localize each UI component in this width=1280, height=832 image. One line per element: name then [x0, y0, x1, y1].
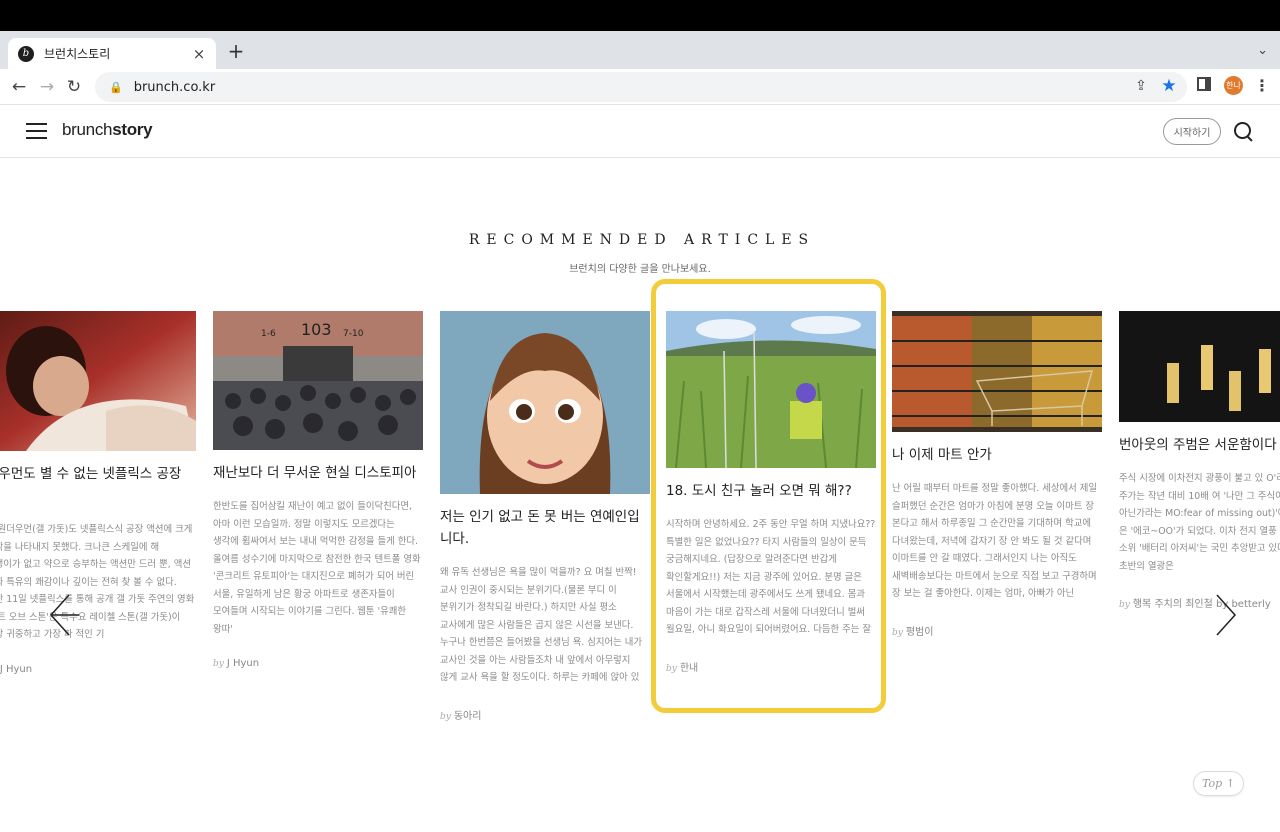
- article-author[interactable]: by 동아리: [440, 707, 650, 722]
- article-title[interactable]: 더우먼도 별 수 없는 넷플릭스 공장 션: [0, 463, 196, 507]
- logo-brunch: brunch: [62, 120, 113, 139]
- article-author[interactable]: byJ Hyun: [213, 658, 423, 669]
- article-title[interactable]: 나 이제 마트 안가: [892, 444, 1102, 466]
- article-excerpt[interactable]: 난 어릴 때부터 마트를 정말 좋아했다. 세상에서 제일 슬퍼했던 순간은 엄…: [892, 480, 1102, 603]
- section-title: RECOMMENDED ARTICLES: [468, 232, 816, 248]
- svg-text:7-10: 7-10: [343, 329, 364, 339]
- lock-icon: 🔒: [109, 80, 123, 94]
- svg-text:103: 103: [301, 320, 332, 339]
- svg-text:1-6: 1-6: [261, 329, 276, 339]
- highlight-annotation: [651, 279, 886, 713]
- side-panel-icon[interactable]: [1197, 77, 1211, 91]
- article-thumbnail[interactable]: [0, 311, 196, 451]
- brunch-story-logo[interactable]: brunchstory: [62, 120, 153, 140]
- scroll-top-button[interactable]: Top ↑: [1193, 771, 1244, 796]
- logo-story: story: [112, 120, 153, 139]
- bookmark-star-icon[interactable]: ★: [1159, 76, 1179, 96]
- section-subtitle: 브런치의 다양한 글을 만나보세요.: [569, 264, 711, 275]
- tab-search-chevron-icon[interactable]: ⌄: [1257, 43, 1268, 58]
- article-thumbnail[interactable]: 103 1-6 7-10: [213, 311, 423, 450]
- url-text[interactable]: brunch.co.kr: [134, 80, 215, 95]
- new-tab-button[interactable]: +: [225, 41, 247, 63]
- author-name: J Hyun: [226, 658, 260, 669]
- tab-strip: b 브런치스토리 × + ⌄: [0, 31, 1280, 69]
- article-title[interactable]: 재난보다 더 무서운 현실 디스토피아: [213, 462, 423, 484]
- author-name: 평범이: [905, 626, 934, 638]
- article-card[interactable]: 더우먼도 별 수 없는 넷플릭스 공장 션 국 원더우먼(갤 가돗)도 넷플릭스…: [0, 311, 196, 675]
- article-excerpt[interactable]: 왜 유독 선생님은 욕을 많이 먹을까? 요 며칠 반짝! 교사 인권이 중시되…: [440, 564, 650, 687]
- tab-close-icon[interactable]: ×: [190, 45, 208, 63]
- search-icon[interactable]: [1234, 122, 1254, 142]
- author-name: J Hyun: [0, 663, 33, 675]
- hamburger-menu-icon[interactable]: [26, 123, 47, 139]
- carousel-prev-arrow-icon[interactable]: [45, 590, 79, 640]
- browser-tab[interactable]: b 브런치스토리 ×: [8, 38, 216, 69]
- article-excerpt[interactable]: 한반도를 집어삼킬 재난이 예고 없이 들이닥친다면, 아마 이런 모습일까. …: [213, 498, 423, 638]
- reload-icon[interactable]: ↻: [62, 75, 86, 99]
- omnibox[interactable]: 🔒 brunch.co.kr ⇪ ★: [95, 72, 1187, 102]
- article-card[interactable]: 저는 인기 없고 돈 못 버는 연예인입니다. 왜 유독 선생님은 욕을 많이 …: [440, 311, 650, 722]
- address-bar: ← → ↻ 🔒 brunch.co.kr ⇪ ★: [0, 69, 1280, 105]
- article-card[interactable]: 나 이제 마트 안가 난 어릴 때부터 마트를 정말 좋아했다. 세상에서 제일…: [892, 311, 1102, 638]
- article-thumbnail[interactable]: [892, 311, 1102, 432]
- back-arrow-icon[interactable]: ←: [7, 75, 31, 99]
- carousel-next-arrow-icon[interactable]: [1207, 590, 1241, 640]
- article-card[interactable]: 번아웃의 주범은 서운함이다 주식 시장에 이차전지 광풍이 불고 있 O'라는…: [1119, 311, 1280, 610]
- article-excerpt[interactable]: 국 원더우먼(갤 가돗)도 넷플릭스식 공장 액션에 크게 두각을 나타내지 못…: [0, 521, 196, 644]
- article-title[interactable]: 저는 인기 없고 돈 못 버는 연예인입니다.: [440, 506, 650, 550]
- article-author[interactable]: by 행복 주치의 최인철 by betterly: [1119, 595, 1280, 610]
- article-thumbnail[interactable]: [440, 311, 650, 494]
- start-button[interactable]: 시작하기: [1163, 118, 1221, 145]
- author-name: 행복 주치의 최인철 by betterly: [1132, 599, 1271, 610]
- brunch-favicon-icon: b: [18, 45, 34, 62]
- profile-avatar[interactable]: 한나: [1224, 76, 1243, 95]
- share-icon[interactable]: ⇪: [1131, 78, 1151, 94]
- tab-title: 브런치스토리: [44, 47, 111, 61]
- article-excerpt[interactable]: 주식 시장에 이차전지 광풍이 불고 있 O'라는 회사의 주가는 작년 대비 …: [1119, 470, 1280, 575]
- browser-menu-icon[interactable]: ⋮: [1254, 76, 1270, 95]
- site-header: brunchstory 시작하기: [0, 105, 1280, 158]
- author-name: 동아리: [453, 710, 482, 722]
- article-card[interactable]: 103 1-6 7-10 재난보다 더 무서운 현실 디스토피아 한반도를 집어…: [213, 311, 423, 669]
- article-thumbnail[interactable]: [1119, 311, 1280, 422]
- article-author[interactable]: by 평범이: [892, 623, 1102, 638]
- article-title[interactable]: 번아웃의 주범은 서운함이다: [1119, 434, 1280, 456]
- article-author[interactable]: byJ Hyun: [0, 664, 196, 675]
- os-top-bar: [0, 0, 1280, 31]
- forward-arrow-icon[interactable]: →: [35, 75, 59, 99]
